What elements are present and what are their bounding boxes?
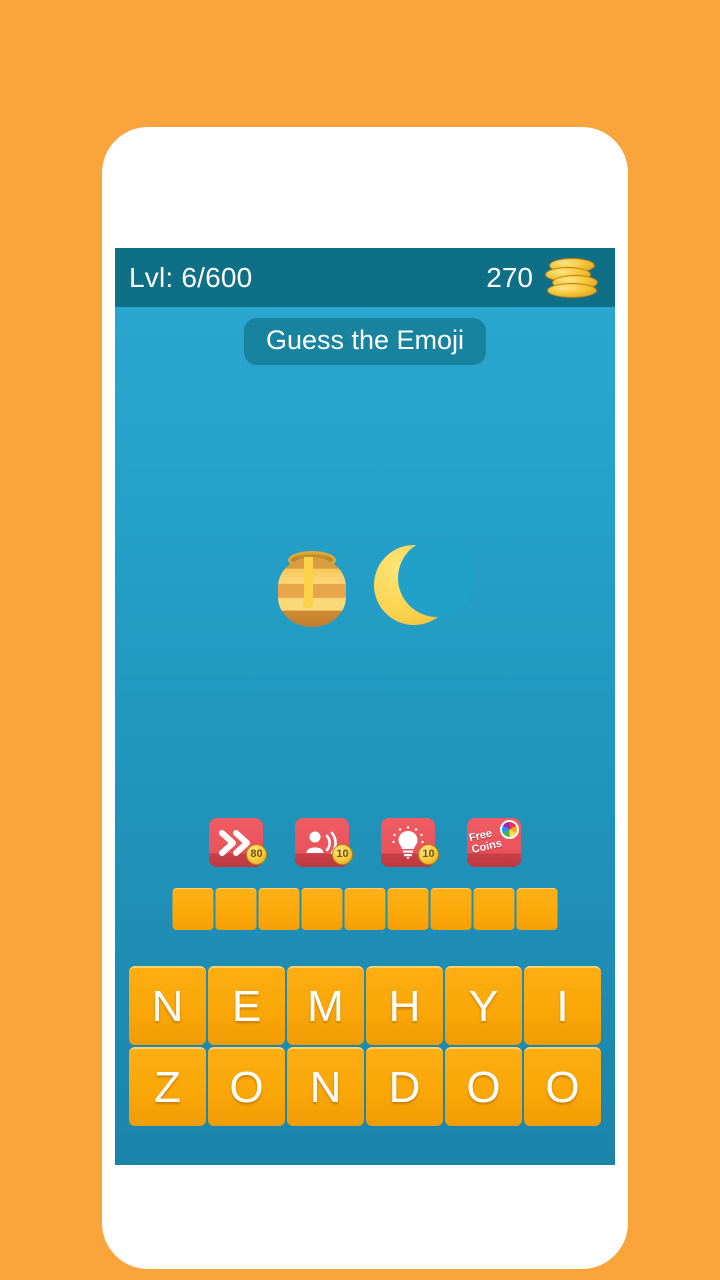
- page-title: Guess the Emoji: [243, 318, 487, 365]
- letter-key[interactable]: Y: [445, 966, 522, 1045]
- free-coins-button[interactable]: Free Coins: [467, 818, 521, 867]
- level-label: Lvl: 6/600: [129, 261, 253, 293]
- app-background: Lvl: 6/600 270 Guess the Emoji 80 10 10 …: [0, 0, 720, 1280]
- answer-slot[interactable]: [344, 888, 386, 930]
- letter-key[interactable]: N: [287, 1047, 364, 1126]
- keyboard-row: ZONDOO: [129, 1047, 601, 1126]
- letter-key[interactable]: E: [208, 966, 285, 1045]
- letter-keyboard: NEMHYIZONDOO: [129, 966, 601, 1126]
- skip-cost-badge: 80: [246, 844, 267, 865]
- honey-pot-emoji: [276, 543, 348, 627]
- answer-slot[interactable]: [301, 888, 343, 930]
- letter-key[interactable]: D: [366, 1047, 443, 1126]
- keyboard-row: NEMHYI: [129, 966, 601, 1045]
- coin-count-label: 270: [486, 261, 533, 293]
- letter-key[interactable]: O: [445, 1047, 522, 1126]
- pinwheel-icon: [500, 820, 519, 839]
- letter-key[interactable]: O: [524, 1047, 601, 1126]
- skip-button[interactable]: 80: [209, 818, 267, 867]
- answer-slot[interactable]: [473, 888, 515, 930]
- header-bar: Lvl: 6/600 270: [115, 248, 615, 307]
- powerup-bar: 80 10 10 Free Coins: [115, 818, 615, 867]
- letter-key[interactable]: I: [524, 966, 601, 1045]
- answer-slot[interactable]: [258, 888, 300, 930]
- game-screen: Lvl: 6/600 270 Guess the Emoji 80 10 10 …: [115, 248, 615, 1165]
- coin-stack-icon: [543, 256, 601, 300]
- letter-key[interactable]: M: [287, 966, 364, 1045]
- answer-slot-row: [172, 888, 558, 930]
- answer-slot[interactable]: [215, 888, 257, 930]
- hint-button[interactable]: 10: [381, 818, 439, 867]
- answer-slot[interactable]: [387, 888, 429, 930]
- letter-key[interactable]: N: [129, 966, 206, 1045]
- answer-slot[interactable]: [430, 888, 472, 930]
- answer-slot[interactable]: [516, 888, 558, 930]
- letter-key[interactable]: Z: [129, 1047, 206, 1126]
- crescent-moon-emoji: [374, 539, 476, 625]
- emoji-puzzle: [115, 539, 615, 627]
- answer-slot[interactable]: [172, 888, 214, 930]
- ask-friend-cost-badge: 10: [332, 844, 353, 865]
- letter-key[interactable]: H: [366, 966, 443, 1045]
- ask-friend-button[interactable]: 10: [295, 818, 353, 867]
- letter-key[interactable]: O: [208, 1047, 285, 1126]
- hint-cost-badge: 10: [418, 844, 439, 865]
- coin-balance[interactable]: 270: [486, 256, 601, 300]
